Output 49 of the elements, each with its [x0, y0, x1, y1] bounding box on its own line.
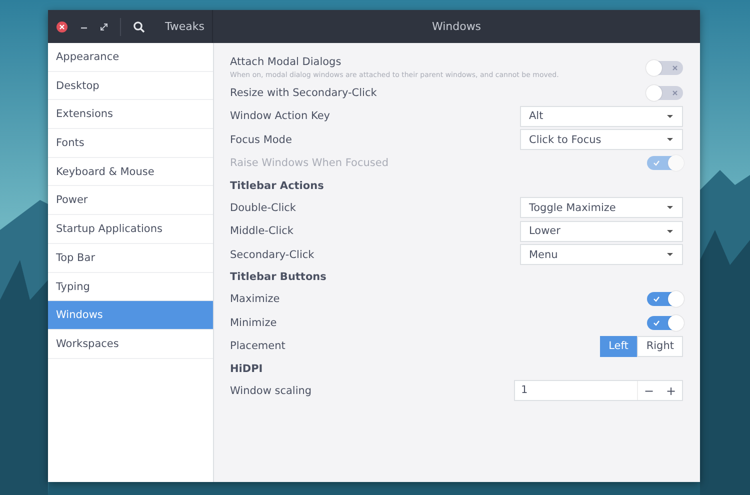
- sidebar-item[interactable]: Power: [48, 186, 213, 216]
- toggle-switch[interactable]: [647, 86, 683, 100]
- search-icon[interactable]: [133, 20, 145, 32]
- app-title: Tweaks: [165, 20, 205, 33]
- dropdown[interactable]: Lower: [520, 220, 683, 242]
- window-title: Windows: [432, 20, 482, 33]
- sidebar-item[interactable]: Extensions: [48, 100, 213, 130]
- section-heading: Titlebar Buttons: [230, 271, 326, 283]
- dropdown[interactable]: Toggle Maximize: [520, 197, 683, 218]
- setting-label: Attach Modal Dialogs: [230, 56, 342, 68]
- sidebar-item[interactable]: Workspaces: [48, 330, 213, 359]
- dropdown[interactable]: Alt: [520, 106, 683, 127]
- setting-label: Placement: [230, 340, 286, 352]
- sidebar-item[interactable]: Appearance: [48, 43, 213, 72]
- cross-icon: [672, 64, 678, 70]
- setting-label: Minimize: [230, 316, 277, 329]
- check-icon: [653, 320, 660, 326]
- setting-label: Secondary-Click: [230, 248, 314, 261]
- check-icon: [653, 296, 660, 302]
- toggle-switch[interactable]: [647, 316, 683, 330]
- setting-label: Raise Windows When Focused: [230, 157, 388, 170]
- section-heading: Titlebar Actions: [230, 180, 324, 192]
- section-heading: HiDPI: [230, 362, 263, 374]
- dropdown[interactable]: Menu: [520, 244, 683, 266]
- setting-label: Window Action Key: [230, 110, 330, 122]
- caret-icon: [666, 228, 674, 234]
- check-icon: [653, 160, 660, 166]
- restore-icon[interactable]: [100, 22, 108, 30]
- caret-icon: [666, 137, 674, 142]
- setting-label: Maximize: [230, 293, 280, 306]
- sidebar-item[interactable]: Desktop: [48, 72, 213, 100]
- sidebar-item[interactable]: Top Bar: [48, 244, 213, 272]
- segment-button[interactable]: Right: [637, 336, 683, 357]
- sidebar-item[interactable]: Fonts: [48, 129, 213, 158]
- caret-icon: [666, 114, 674, 119]
- setting-label: Middle-Click: [230, 225, 294, 238]
- sidebar-item[interactable]: Startup Applications: [48, 215, 213, 244]
- dropdown[interactable]: Click to Focus: [520, 129, 683, 150]
- caret-icon: [666, 252, 674, 258]
- caret-icon: [666, 205, 674, 210]
- setting-label: Window scaling: [230, 384, 312, 397]
- setting-label: Focus Mode: [230, 134, 292, 146]
- setting-label: Resize with Secondary-Click: [230, 86, 377, 99]
- setting-label: Double-Click: [230, 202, 296, 214]
- cross-icon: [672, 90, 678, 96]
- sidebar-item[interactable]: Keyboard & Mouse: [48, 158, 213, 186]
- toggle-switch[interactable]: [647, 292, 683, 306]
- toggle-switch[interactable]: [647, 60, 683, 74]
- close-icon[interactable]: [56, 20, 68, 32]
